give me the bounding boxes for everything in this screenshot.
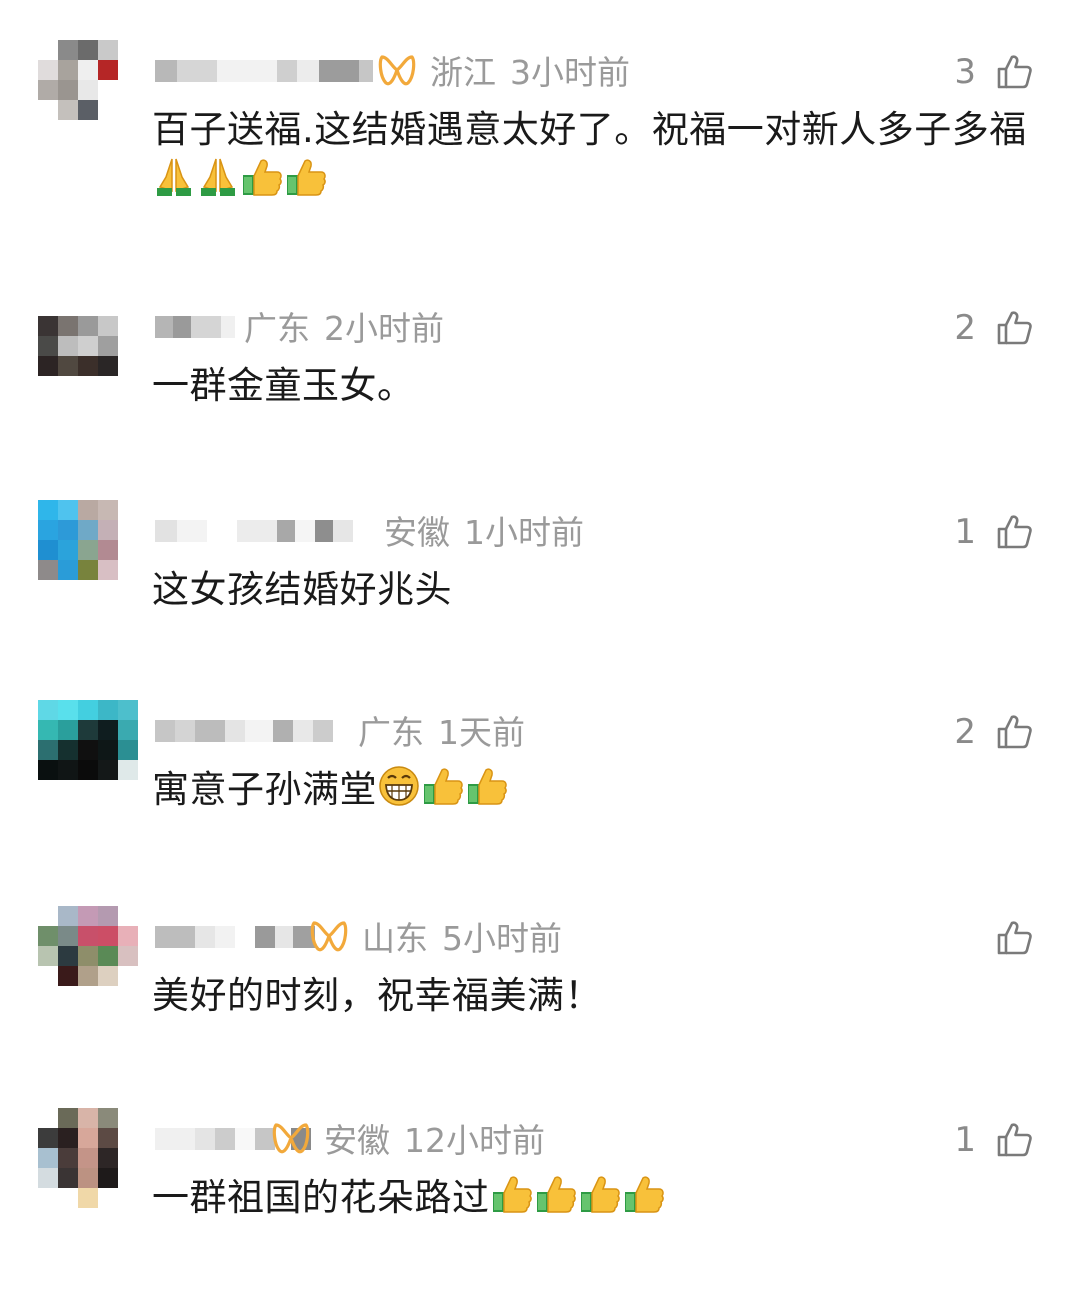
comment-text: 美好的时刻，祝幸福美满！ bbox=[152, 974, 602, 1017]
like-button[interactable]: 3 bbox=[954, 50, 1034, 94]
username-blurred[interactable] bbox=[155, 514, 353, 548]
comment-meta: 广东 1天前 bbox=[358, 708, 525, 752]
comment-text: 寓意子孙满堂 bbox=[152, 768, 377, 811]
comment-time: 1小时前 bbox=[464, 513, 584, 552]
avatar[interactable] bbox=[38, 906, 138, 986]
like-button[interactable]: 2 bbox=[954, 306, 1034, 350]
like-count: 3 bbox=[954, 52, 976, 92]
avatar[interactable] bbox=[38, 500, 118, 580]
thumbs-up-icon bbox=[994, 512, 1034, 552]
like-button[interactable]: 1 bbox=[954, 1118, 1034, 1162]
comment-location: 广东 bbox=[358, 713, 424, 752]
thumbs-up-emoji-icon bbox=[465, 764, 509, 808]
comment-text: 一群金童玉女。 bbox=[152, 364, 415, 407]
comment-time: 1天前 bbox=[438, 713, 525, 752]
username-blurred[interactable] bbox=[155, 54, 373, 88]
thumbs-up-emoji-icon bbox=[284, 155, 328, 199]
thumbs-up-icon bbox=[994, 308, 1034, 348]
comment-location: 安徽 bbox=[384, 513, 450, 552]
grin-emoji-icon bbox=[377, 764, 421, 808]
vip-badge-icon bbox=[310, 919, 348, 953]
thumbs-up-emoji-icon bbox=[421, 764, 465, 808]
comment-text: 这女孩结婚好兆头 bbox=[152, 568, 452, 611]
thumbs-up-icon bbox=[994, 712, 1034, 752]
like-count: 1 bbox=[954, 1120, 976, 1160]
comment-text-block: 百子送福.这结婚遇意太好了。祝福一对新人多子多福 bbox=[152, 104, 1042, 206]
username-blurred[interactable] bbox=[155, 920, 315, 954]
comment-time: 2小时前 bbox=[324, 309, 444, 348]
vip-badge-icon bbox=[378, 53, 416, 87]
comment-text-block: 一群祖国的花朵路过 bbox=[152, 1172, 1042, 1223]
avatar[interactable] bbox=[38, 40, 118, 120]
like-count: 2 bbox=[954, 308, 976, 348]
comment-text-block: 这女孩结婚好兆头 bbox=[152, 564, 1042, 615]
thumbs-up-icon bbox=[994, 1120, 1034, 1160]
vip-badge-icon bbox=[272, 1121, 310, 1155]
comment-text-block: 寓意子孙满堂 bbox=[152, 764, 1042, 815]
comment-text-block: 一群金童玉女。 bbox=[152, 360, 1042, 411]
username-blurred[interactable] bbox=[155, 714, 333, 748]
avatar[interactable] bbox=[38, 296, 118, 376]
comment-time: 5小时前 bbox=[442, 919, 562, 958]
like-count: 1 bbox=[954, 512, 976, 552]
comment-location: 广东 bbox=[244, 309, 310, 348]
comment-text: 一群祖国的花朵路过 bbox=[152, 1176, 490, 1219]
pray-emoji-icon bbox=[196, 155, 240, 199]
thumbs-up-emoji-icon bbox=[534, 1172, 578, 1216]
comment-meta: 安徽 1小时前 bbox=[384, 508, 584, 552]
thumbs-up-emoji-icon bbox=[578, 1172, 622, 1216]
pray-emoji-icon bbox=[152, 155, 196, 199]
avatar[interactable] bbox=[38, 1108, 118, 1208]
like-count: 2 bbox=[954, 712, 976, 752]
comment-meta: 广东 2小时前 bbox=[244, 304, 444, 348]
thumbs-up-emoji-icon bbox=[490, 1172, 534, 1216]
comment-time: 3小时前 bbox=[510, 53, 630, 92]
comment-time: 12小时前 bbox=[404, 1121, 545, 1160]
avatar[interactable] bbox=[38, 700, 138, 780]
username-blurred[interactable] bbox=[155, 310, 235, 344]
comment-location: 浙江 bbox=[430, 53, 496, 92]
like-button[interactable]: 2 bbox=[954, 710, 1034, 754]
comment-text: 百子送福.这结婚遇意太好了。祝福一对新人多子多福 bbox=[152, 108, 1027, 151]
comment-text-block: 美好的时刻，祝幸福美满！ bbox=[152, 970, 1042, 1021]
thumbs-up-icon bbox=[994, 52, 1034, 92]
thumbs-up-emoji-icon bbox=[622, 1172, 666, 1216]
thumbs-up-emoji-icon bbox=[240, 155, 284, 199]
comment-location: 山东 bbox=[362, 919, 428, 958]
comment-meta: 山东 5小时前 bbox=[310, 914, 562, 958]
thumbs-up-icon bbox=[994, 918, 1034, 958]
comment-meta: 安徽 12小时前 bbox=[272, 1116, 545, 1160]
comment-location: 安徽 bbox=[324, 1121, 390, 1160]
like-button[interactable] bbox=[976, 916, 1034, 960]
like-button[interactable]: 1 bbox=[954, 510, 1034, 554]
comment-meta: 浙江 3小时前 bbox=[378, 48, 630, 92]
